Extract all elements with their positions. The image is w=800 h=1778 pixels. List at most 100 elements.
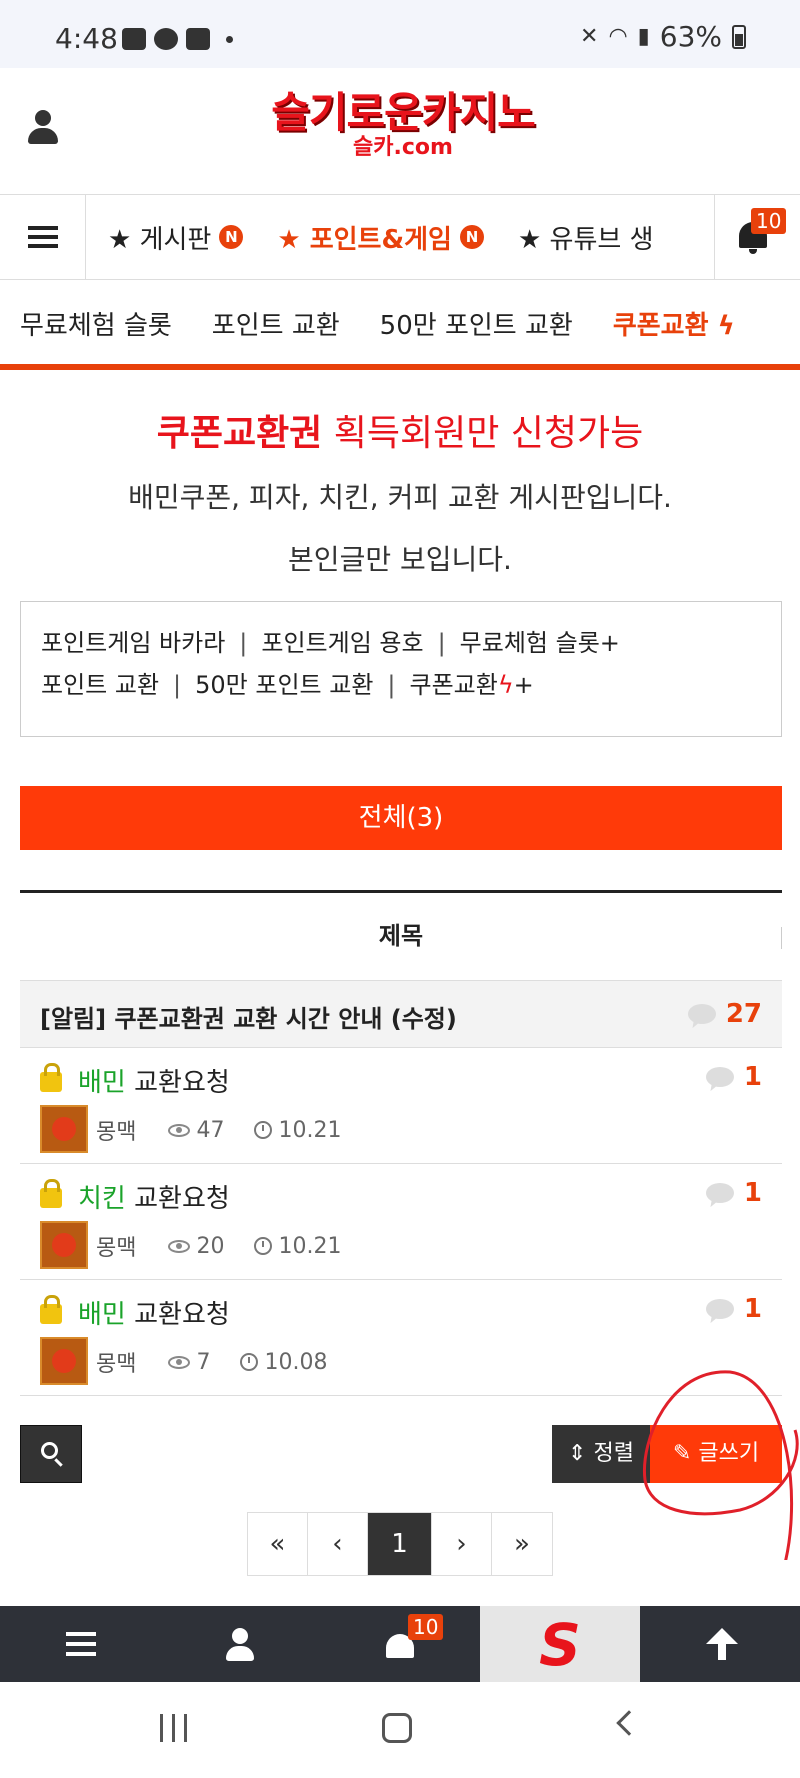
comment-icon [705, 1299, 734, 1319]
post-title[interactable]: 배민 교환요청 [78, 1062, 230, 1099]
intro-title-strong: 쿠폰교환권 [156, 413, 323, 454]
status-notification-icons [122, 28, 233, 50]
eye-icon [168, 1239, 191, 1253]
lightning-icon: ϟ [497, 671, 514, 699]
link-coupon-exchange[interactable]: 쿠폰교환ϟ+ [410, 671, 534, 699]
post-author: 몽맥 [96, 1352, 137, 1377]
quick-links-row-1: 포인트게임 바카라 | 포인트게임 용호 | 무료체험 슬롯+ [41, 622, 761, 664]
new-badge: N [219, 225, 244, 249]
views-value: 20 [196, 1233, 225, 1259]
menu-icon[interactable] [0, 194, 86, 280]
link-500k-exchange[interactable]: 50만 포인트 교환 [195, 671, 373, 699]
back-button[interactable] [616, 1710, 642, 1736]
eye-icon [168, 1123, 191, 1137]
board-intro-title: 쿠폰교환권 획득회원만 신청가능 [0, 404, 800, 456]
scroll-top-button[interactable] [640, 1606, 800, 1682]
avatar [40, 1105, 88, 1153]
link-point-exchange[interactable]: 포인트 교환 [41, 671, 159, 699]
site-logo[interactable]: 슬기로운카지노 슬카.com [258, 90, 548, 160]
user-icon [232, 1628, 248, 1644]
nav-item-label: ★ 포인트&게임 [277, 224, 452, 255]
comment-icon [687, 1004, 716, 1024]
wifi-icon: ◠ [608, 24, 628, 49]
recents-button[interactable] [160, 1714, 187, 1742]
board-intro-line1: 배민쿠폰, 피자, 치킨, 커피 교환 게시판입니다. [128, 481, 672, 514]
bottom-user-button[interactable] [160, 1606, 320, 1682]
post-author: 몽맥 [96, 1120, 137, 1145]
separator: | [239, 629, 248, 657]
post-meta: 몽맥 20 10.21 [96, 1230, 341, 1262]
table-row[interactable]: 배민 교환요청 1 몽맥 47 10.21 [20, 1048, 782, 1164]
table-row[interactable]: 치킨 교환요청 1 몽맥 20 10.21 [20, 1164, 782, 1280]
post-date: 10.21 [254, 1234, 341, 1259]
home-button[interactable] [382, 1713, 412, 1743]
bottom-bar: 10 S [0, 1606, 800, 1682]
post-category: 치킨 [78, 1184, 126, 1214]
red-circle-annotation [642, 1370, 799, 1560]
clock-icon [240, 1353, 259, 1371]
subnav-free-slot[interactable]: 무료체험 슬롯 [20, 305, 172, 342]
comment-count-value: 1 [743, 1178, 762, 1208]
last-page-button[interactable]: » [492, 1513, 552, 1575]
subnav-coupon-exchange[interactable]: 쿠폰교환 ϟ [613, 305, 735, 342]
nav-item-points-games[interactable]: ★ 포인트&게임 N [277, 219, 484, 256]
post-title[interactable]: 배민 교환요청 [78, 1294, 230, 1331]
comment-count-value: 27 [725, 999, 762, 1029]
bottom-menu-button[interactable] [0, 1606, 160, 1682]
post-meta: 몽맥 7 10.08 [96, 1346, 327, 1378]
user-icon[interactable] [28, 110, 58, 146]
post-title[interactable]: 치킨 교환요청 [78, 1178, 230, 1215]
post-views: 20 [168, 1234, 224, 1259]
status-time: 4:48 [55, 22, 118, 55]
date-value: 10.08 [264, 1349, 328, 1375]
comment-icon [705, 1183, 734, 1203]
subnav-point-exchange[interactable]: 포인트 교환 [212, 305, 340, 342]
status-bar: 4:48 ✕ ◠ ▮ 63% [0, 0, 800, 68]
more-notifications-dot [226, 35, 233, 43]
sub-nav: 무료체험 슬롯 포인트 교환 50만 포인트 교환 쿠폰교환 ϟ [0, 280, 800, 366]
nav-item-youtube[interactable]: ★ 유튜브 생 [518, 219, 654, 256]
category-all-button[interactable]: 전체(3) [20, 786, 782, 850]
separator: | [173, 671, 182, 699]
post-title-text: 교환요청 [125, 1068, 230, 1098]
column-title: 제목 [378, 922, 424, 950]
first-page-button[interactable]: « [248, 1513, 308, 1575]
subnav-500k-exchange[interactable]: 50만 포인트 교환 [380, 305, 573, 342]
intro-title-rest: 획득회원만 신청가능 [322, 413, 644, 454]
date-value: 10.21 [278, 1233, 342, 1259]
link-plus: + [513, 671, 534, 699]
bottom-logo-button[interactable]: S [480, 1606, 640, 1682]
comment-icon [705, 1067, 734, 1087]
search-button[interactable] [20, 1425, 82, 1483]
gallery-icon [122, 28, 146, 50]
notification-count: 10 [751, 208, 787, 234]
post-date: 10.08 [240, 1350, 327, 1375]
link-point-baccarat[interactable]: 포인트게임 바카라 [41, 629, 225, 657]
notice-row[interactable]: [알림] 쿠폰교환권 교환 시간 안내 (수정) 27 [20, 980, 782, 1048]
main-nav: ★ 게시판 N ★ 포인트&게임 N ★ 유튜브 생 10 [0, 194, 800, 280]
prev-page-button[interactable]: ‹ [308, 1513, 368, 1575]
post-category: 배민 [78, 1300, 126, 1330]
sort-label: 정렬 [593, 1441, 634, 1466]
battery-icon [732, 24, 746, 49]
bottom-notifications-button[interactable]: 10 [320, 1606, 480, 1682]
link-point-dragon-tiger[interactable]: 포인트게임 용호 [261, 629, 423, 657]
nav-items: ★ 게시판 N ★ 포인트&게임 N ★ 유튜브 생 [86, 194, 714, 280]
next-page-button[interactable]: › [432, 1513, 492, 1575]
search-icon [41, 1442, 58, 1459]
current-page[interactable]: 1 [368, 1513, 432, 1575]
post-views: 7 [168, 1350, 210, 1375]
nav-item-board[interactable]: ★ 게시판 N [108, 219, 244, 256]
user-icon-body [226, 1646, 254, 1661]
system-nav-bar [0, 1682, 800, 1778]
eye-icon [168, 1355, 191, 1369]
notice-title[interactable]: [알림] 쿠폰교환권 교환 시간 안내 (수정) [40, 999, 457, 1034]
arrow-up-icon [706, 1628, 738, 1660]
board-intro-line2: 본인글만 보입니다. [288, 543, 512, 576]
separator: | [387, 671, 396, 699]
subnav-coupon-label: 쿠폰교환 [612, 310, 709, 341]
views-value: 47 [196, 1117, 225, 1143]
notifications-button[interactable]: 10 [714, 194, 800, 280]
link-free-slot[interactable]: 무료체험 슬롯+ [460, 629, 620, 657]
post-views: 47 [168, 1118, 224, 1143]
